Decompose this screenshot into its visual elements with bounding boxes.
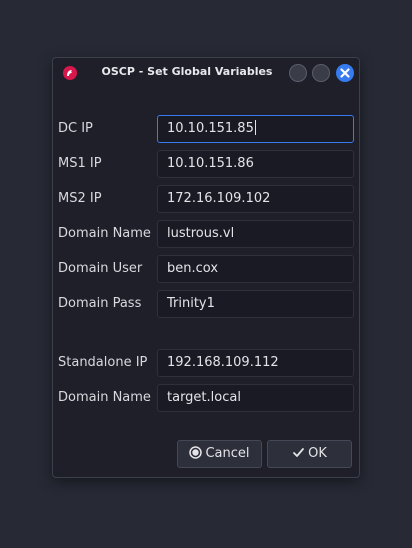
dc-ip-input[interactable]: 10.10.151.85 [157, 115, 354, 143]
domain-user-label: Domain User [58, 261, 143, 276]
cancel-label: Cancel [205, 446, 250, 461]
minimize-button[interactable] [289, 64, 307, 82]
close-icon [340, 68, 350, 78]
ms1-ip-input[interactable]: 10.10.151.86 [157, 150, 354, 178]
domain-pass-input[interactable]: Trinity1 [157, 290, 354, 318]
standalone-domain-name-label: Domain Name [58, 390, 151, 405]
ok-label: OK [308, 446, 327, 461]
ms2-ip-input[interactable]: 172.16.109.102 [157, 185, 354, 213]
domain-pass-label: Domain Pass [58, 296, 142, 311]
standalone-ip-input[interactable]: 192.168.109.112 [157, 349, 354, 377]
maximize-button[interactable] [312, 64, 330, 82]
domain-user-input[interactable]: ben.cox [157, 255, 354, 283]
titlebar: OSCP - Set Global Variables [53, 58, 359, 88]
standalone-domain-name-input[interactable]: target.local [157, 384, 354, 412]
ms1-ip-label: MS1 IP [58, 156, 102, 171]
standalone-ip-label: Standalone IP [58, 355, 148, 370]
close-button[interactable] [336, 64, 354, 82]
domain-name-label: Domain Name [58, 226, 151, 241]
cancel-button[interactable]: Cancel [177, 440, 262, 468]
ms2-ip-label: MS2 IP [58, 191, 102, 206]
window-title: OSCP - Set Global Variables [101, 65, 273, 78]
text-caret [254, 120, 256, 135]
kali-dragon-icon [63, 66, 77, 80]
checkmark-icon [292, 443, 305, 469]
set-global-variables-dialog: OSCP - Set Global Variables DC IP 10.10.… [52, 57, 360, 478]
dc-ip-label: DC IP [58, 121, 93, 136]
cancel-circle-icon [189, 443, 203, 469]
dc-ip-value: 10.10.151.85 [167, 121, 254, 136]
domain-name-input[interactable]: lustrous.vl [157, 220, 354, 248]
ok-button[interactable]: OK [267, 440, 352, 468]
